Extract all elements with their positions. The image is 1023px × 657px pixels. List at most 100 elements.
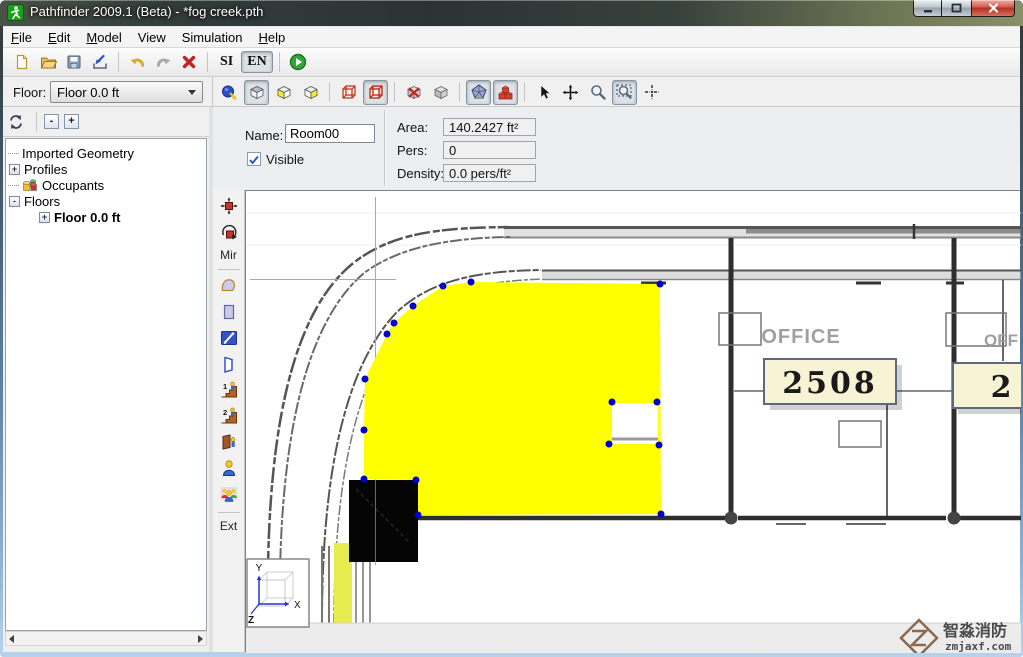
hide-object-button[interactable] — [401, 80, 426, 105]
axis-x-label: X — [294, 600, 301, 611]
floor-dropdown[interactable]: Floor 0.0 ft — [50, 81, 203, 103]
extrude-button[interactable]: Ext — [220, 519, 237, 533]
tree-horizontal-scrollbar[interactable] — [5, 631, 207, 646]
solid-view-button[interactable] — [363, 80, 388, 105]
visible-checkbox[interactable] — [247, 152, 261, 166]
rotate-object-button[interactable] — [216, 220, 242, 244]
add-occupant-button[interactable] — [216, 456, 242, 480]
toolbar-separator — [394, 82, 395, 102]
zoom-tool-button[interactable] — [585, 80, 610, 105]
density-label: Density: — [397, 166, 444, 181]
tree-item-imported-geometry[interactable]: Imported Geometry — [6, 145, 206, 161]
gray-cube-icon — [433, 84, 449, 100]
new-file-button[interactable] — [10, 50, 34, 74]
check-icon — [248, 154, 260, 166]
view-top-button[interactable] — [244, 80, 269, 105]
room-number: 2508 — [782, 366, 878, 401]
scroll-left-icon[interactable] — [9, 635, 14, 643]
run-simulation-button[interactable] — [286, 50, 310, 74]
room-name-input[interactable] — [285, 124, 375, 143]
toolbar-separator — [459, 82, 460, 102]
pan-tool-button[interactable] — [558, 80, 583, 105]
properties-panel: Name: Visible Area: 140.2427 ft² Pers: 0… — [213, 107, 1020, 190]
properties-divider — [384, 110, 385, 186]
add-exit-door-button[interactable] — [216, 430, 242, 454]
undo-icon — [129, 54, 146, 70]
add-stairs-two-button[interactable]: 2 — [216, 404, 242, 428]
office-label: OFFICE — [761, 326, 840, 348]
collapse-icon[interactable]: - — [9, 196, 20, 207]
add-occupant-group-button[interactable] — [216, 482, 242, 506]
add-stairs-one-button[interactable]: 1 — [216, 378, 242, 402]
drawing-tool-column: Mir — [213, 190, 245, 652]
watermark-site: zmjaxf.com — [945, 640, 1012, 653]
thin-wall-button[interactable] — [216, 326, 242, 350]
svg-text:2: 2 — [223, 408, 227, 417]
en-units-button[interactable]: EN — [241, 51, 272, 73]
red-cubes-icon — [498, 84, 514, 100]
play-icon — [289, 53, 307, 71]
center-view-button[interactable] — [639, 80, 664, 105]
save-file-button[interactable] — [62, 50, 86, 74]
add-rectangle-room-button[interactable] — [216, 300, 242, 324]
window-title: Pathfinder 2009.1 (Beta) - *fog creek.pt… — [30, 4, 263, 19]
black-obstruction[interactable] — [349, 480, 418, 562]
pers-value: 0 — [443, 141, 536, 159]
model-tree: Imported Geometry + Profiles O — [5, 138, 207, 631]
menu-view[interactable]: View — [130, 30, 174, 45]
wireframe-view-button[interactable] — [336, 80, 361, 105]
toolbar-separator — [118, 52, 119, 72]
view-side-button[interactable] — [271, 80, 296, 105]
tree-item-occupants[interactable]: Occupants — [6, 177, 206, 193]
view-toolbar — [216, 77, 665, 107]
mirror-button[interactable]: Mir — [220, 248, 237, 262]
stairs-two-icon: 2 — [220, 407, 238, 425]
stairs-one-icon: 1 — [220, 381, 238, 399]
shaded-view-button[interactable] — [466, 80, 491, 105]
tree-item-floor-0[interactable]: + Floor 0.0 ft — [36, 209, 206, 225]
polygon-room-icon — [220, 277, 238, 295]
show-object-button[interactable] — [428, 80, 453, 105]
zoom-rect-tool-button[interactable] — [612, 80, 637, 105]
collapse-all-button[interactable]: - — [44, 114, 59, 129]
add-polygon-room-button[interactable] — [216, 274, 242, 298]
move-arrows-icon — [562, 84, 579, 101]
orbit-view-button[interactable] — [217, 80, 242, 105]
refresh-tree-button[interactable] — [3, 114, 29, 130]
title-bar[interactable]: Pathfinder 2009.1 (Beta) - *fog creek.pt… — [0, 0, 1023, 26]
menu-simulation[interactable]: Simulation — [174, 30, 251, 45]
tree-connector — [8, 153, 19, 154]
tool-separator — [218, 512, 240, 513]
open-file-button[interactable] — [36, 50, 60, 74]
solid-group-button[interactable] — [493, 80, 518, 105]
scroll-right-icon[interactable] — [198, 635, 203, 643]
menu-help[interactable]: Help — [250, 30, 293, 45]
delete-button[interactable] — [177, 50, 201, 74]
view-bottom-button[interactable] — [298, 80, 323, 105]
si-units-button[interactable]: SI — [214, 51, 239, 73]
expand-icon[interactable]: + — [39, 212, 50, 223]
tree-item-profiles[interactable]: + Profiles — [6, 161, 206, 177]
redo-button[interactable] — [151, 50, 175, 74]
menu-file[interactable]: File — [3, 30, 40, 45]
close-button[interactable] — [971, 0, 1015, 17]
add-door-button[interactable] — [216, 352, 242, 376]
axis-gizmo: Y X Z — [247, 559, 309, 627]
expand-icon[interactable]: + — [9, 164, 20, 175]
import-button[interactable] — [88, 50, 112, 74]
menu-edit[interactable]: Edit — [40, 30, 78, 45]
minimize-button[interactable] — [913, 0, 942, 17]
move-object-icon — [220, 197, 238, 215]
select-tool-button[interactable] — [531, 80, 556, 105]
tree-item-floors[interactable]: - Floors — [6, 193, 206, 209]
menu-model[interactable]: Model — [78, 30, 129, 45]
model-canvas[interactable]: OFFICE 2508 OFF 2 — [245, 190, 1020, 652]
expand-all-button[interactable]: + — [64, 114, 79, 129]
room-number-partial: 2 — [991, 370, 1012, 405]
maximize-button[interactable] — [942, 0, 971, 17]
move-object-button[interactable] — [216, 194, 242, 218]
toolbar-separator — [279, 52, 280, 72]
occupant-group-icon — [220, 485, 238, 503]
density-value: 0.0 pers/ft² — [443, 164, 536, 182]
undo-button[interactable] — [125, 50, 149, 74]
